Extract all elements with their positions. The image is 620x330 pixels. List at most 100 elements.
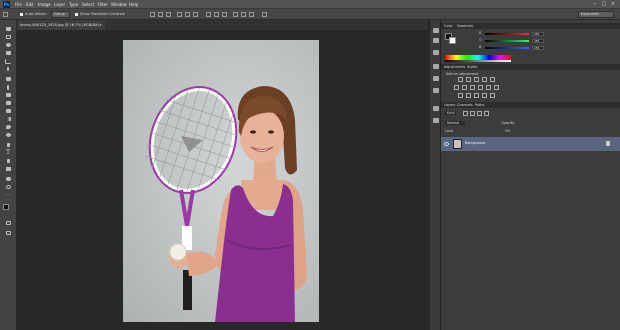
align-middle-icon[interactable]: [158, 12, 163, 17]
menu-window[interactable]: Window: [111, 0, 127, 9]
layer-name[interactable]: Background: [465, 141, 485, 145]
channel-mixer-icon[interactable]: [486, 85, 491, 90]
red-value-field[interactable]: 255: [532, 32, 544, 36]
posterize-icon[interactable]: [466, 93, 471, 98]
blur-icon[interactable]: [3, 124, 13, 130]
crop-icon[interactable]: [3, 58, 13, 64]
tab-styles[interactable]: Styles: [467, 64, 477, 70]
menu-file[interactable]: File: [15, 0, 22, 9]
history-brush-icon[interactable]: [3, 100, 13, 106]
curves-icon[interactable]: [474, 77, 479, 82]
color-background-swatch[interactable]: [449, 37, 456, 44]
properties-icon[interactable]: [433, 38, 439, 43]
green-value-field[interactable]: 255: [532, 39, 544, 43]
tab-swatches[interactable]: Swatches: [457, 23, 473, 29]
maximize-icon[interactable]: □: [601, 1, 607, 7]
align-left-icon[interactable]: [177, 12, 182, 17]
menu-type[interactable]: Type: [69, 0, 78, 9]
zoom-icon[interactable]: [3, 184, 13, 190]
auto-align-icon[interactable]: [262, 12, 267, 17]
visibility-eye-icon[interactable]: [444, 142, 449, 146]
brush-icon[interactable]: [3, 84, 13, 90]
distribute-bottom-icon[interactable]: [222, 12, 227, 17]
gray-ramp[interactable]: [445, 60, 511, 62]
levels-icon[interactable]: [466, 77, 471, 82]
close-tab-icon[interactable]: ×: [99, 20, 102, 30]
eraser-icon[interactable]: [3, 108, 13, 114]
workspace-dropdown[interactable]: Essentials: [578, 11, 614, 18]
shape-icon[interactable]: [3, 166, 13, 172]
tab-layers[interactable]: Layers: [444, 102, 455, 108]
show-transform-checkbox[interactable]: [75, 13, 78, 16]
color-balance-icon[interactable]: [462, 85, 467, 90]
paragraph-icon[interactable]: [433, 64, 439, 69]
align-top-icon[interactable]: [150, 12, 155, 17]
filter-pixel-icon[interactable]: [463, 111, 468, 116]
green-slider-track[interactable]: [485, 40, 529, 42]
slider-green[interactable]: G 255: [479, 38, 549, 43]
brush-preset-icon[interactable]: [433, 88, 439, 93]
distribute-center-icon[interactable]: [241, 12, 246, 17]
align-center-icon[interactable]: [185, 12, 190, 17]
path-select-icon[interactable]: [3, 158, 13, 164]
filter-type-icon[interactable]: [477, 111, 482, 116]
filter-shape-icon[interactable]: [484, 111, 489, 116]
tab-color[interactable]: Color: [444, 23, 453, 29]
history-icon[interactable]: [433, 28, 439, 33]
document-tab[interactable]: tennis-849123_1920.jpg @ 16.7% (RGB/8#) …: [17, 20, 105, 30]
hue-saturation-icon[interactable]: [454, 85, 459, 90]
menu-select[interactable]: Select: [82, 0, 94, 9]
character-icon[interactable]: [433, 50, 439, 55]
move-tool-preset-icon[interactable]: [3, 12, 8, 17]
exposure-icon[interactable]: [482, 77, 487, 82]
menu-filter[interactable]: Filter: [98, 0, 108, 9]
foreground-color-swatch[interactable]: [3, 204, 9, 210]
quick-mask-icon[interactable]: [3, 220, 13, 226]
clone-stamp-icon[interactable]: [3, 92, 13, 98]
hand-icon[interactable]: [3, 176, 13, 182]
black-white-icon[interactable]: [470, 85, 475, 90]
quick-select-icon[interactable]: [3, 50, 13, 56]
align-right-icon[interactable]: [193, 12, 198, 17]
type-icon[interactable]: T: [3, 150, 13, 156]
history-icon[interactable]: [433, 106, 439, 111]
more-tools-icon[interactable]: ···: [3, 192, 13, 198]
blend-mode-dropdown[interactable]: Normal: [445, 121, 466, 125]
layer-row-background[interactable]: Background: [441, 137, 620, 151]
minimize-icon[interactable]: –: [592, 1, 598, 7]
slider-blue[interactable]: B 255: [479, 45, 549, 50]
auto-select-dropdown[interactable]: Group: [51, 11, 70, 18]
healing-icon[interactable]: [3, 76, 13, 82]
distribute-right-icon[interactable]: [249, 12, 254, 17]
lasso-icon[interactable]: [3, 42, 13, 48]
selective-color-icon[interactable]: [490, 93, 495, 98]
eyedropper-icon[interactable]: [3, 66, 13, 72]
menu-layer[interactable]: Layer: [54, 0, 65, 9]
menu-image[interactable]: Image: [38, 0, 51, 9]
slider-red[interactable]: R 255: [479, 31, 549, 36]
distribute-top-icon[interactable]: [206, 12, 211, 17]
invert-icon[interactable]: [458, 93, 463, 98]
distribute-left-icon[interactable]: [233, 12, 238, 17]
marquee-icon[interactable]: [3, 34, 13, 40]
color-lookup-icon[interactable]: [494, 85, 499, 90]
auto-select-checkbox[interactable]: [20, 13, 23, 16]
close-window-icon[interactable]: ×: [610, 1, 616, 7]
blue-value-field[interactable]: 255: [532, 46, 544, 50]
gradient-map-icon[interactable]: [482, 93, 487, 98]
threshold-icon[interactable]: [474, 93, 479, 98]
move-icon[interactable]: [3, 26, 13, 32]
distribute-middle-icon[interactable]: [214, 12, 219, 17]
red-slider-track[interactable]: [485, 33, 529, 35]
layer-filter-kind[interactable]: Kind: [445, 111, 457, 115]
tab-channels[interactable]: Channels: [457, 102, 473, 108]
photo-filter-icon[interactable]: [478, 85, 483, 90]
menu-help[interactable]: Help: [129, 0, 138, 9]
pen-icon[interactable]: [3, 142, 13, 148]
brightness-contrast-icon[interactable]: [458, 77, 463, 82]
blue-slider-track[interactable]: [485, 47, 529, 49]
gradient-icon[interactable]: [3, 116, 13, 122]
filter-adjustment-icon[interactable]: [470, 111, 475, 116]
info-icon[interactable]: [433, 76, 439, 81]
screen-mode-icon[interactable]: [3, 230, 13, 236]
